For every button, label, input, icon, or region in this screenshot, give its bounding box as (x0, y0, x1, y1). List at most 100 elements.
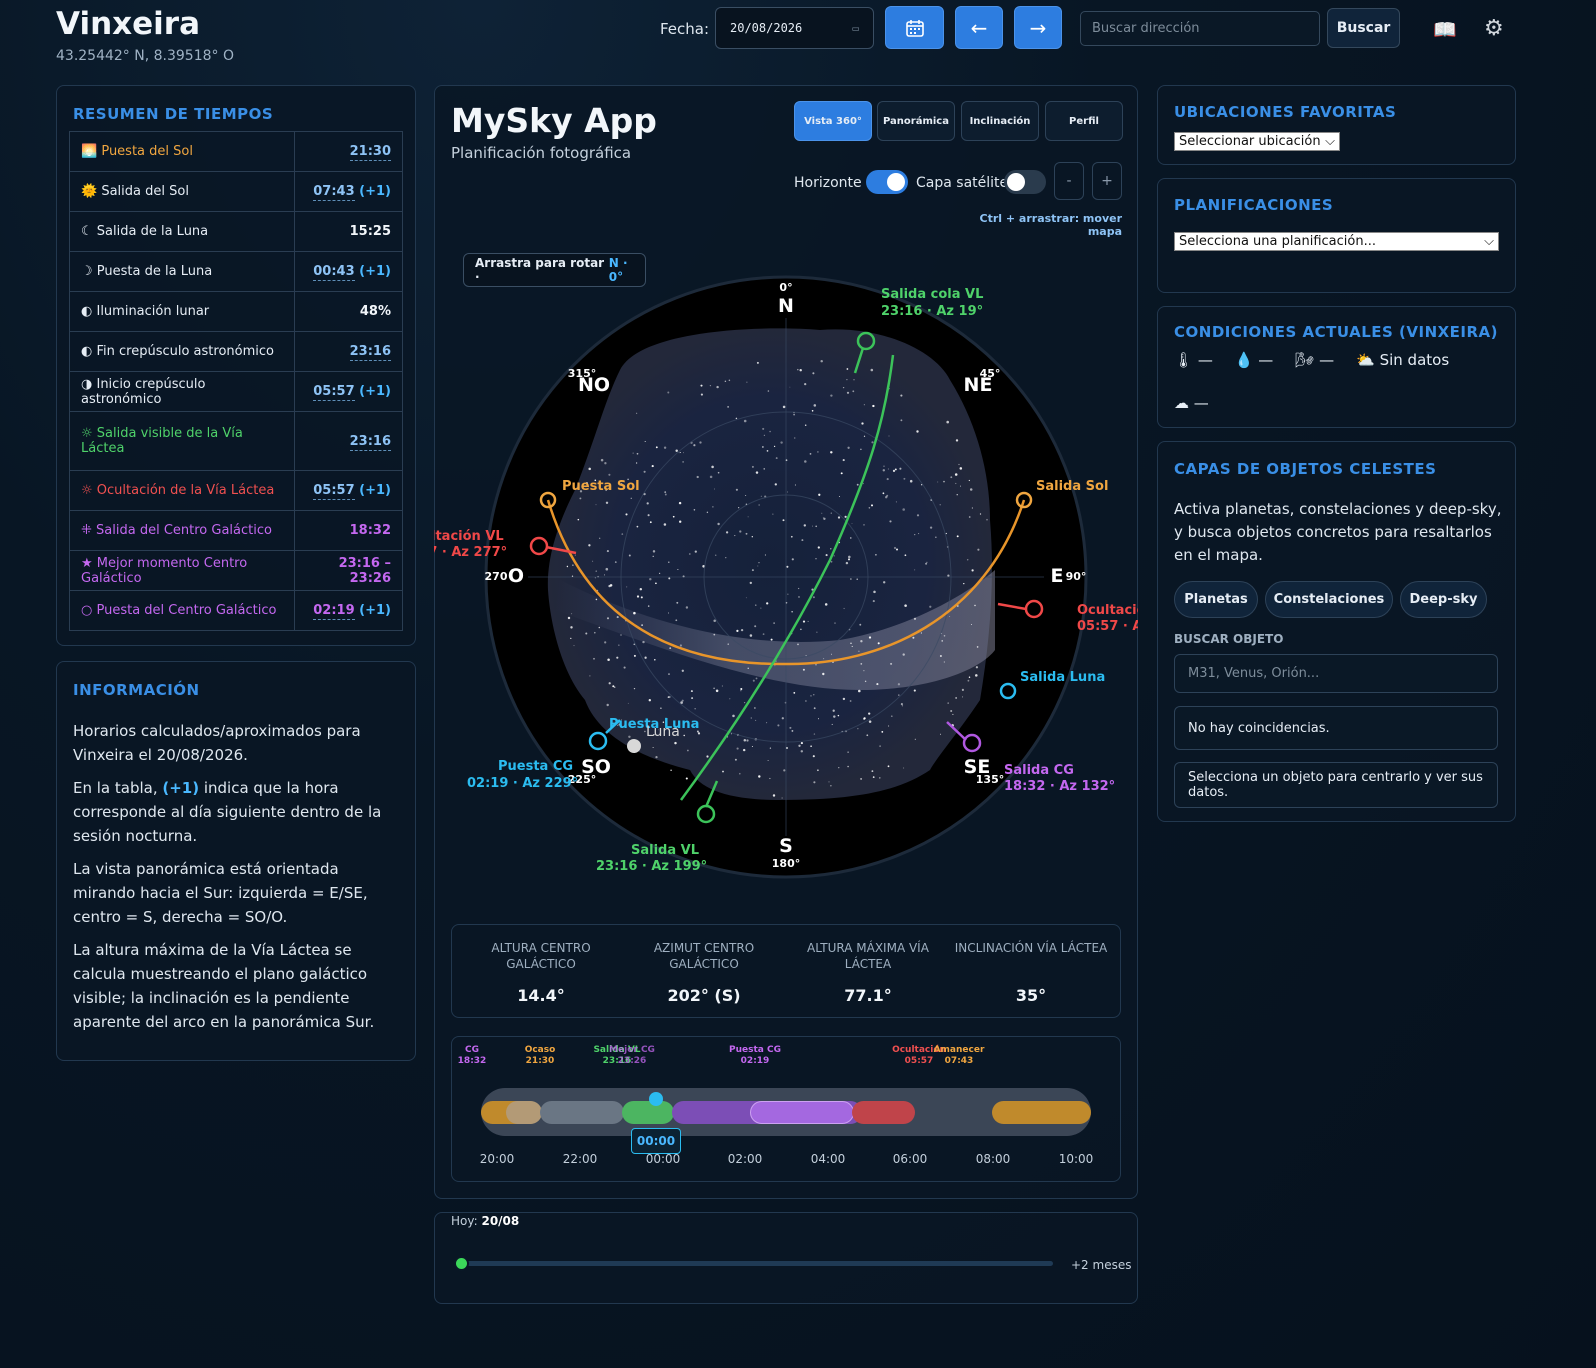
next-day-button[interactable]: → (1014, 6, 1062, 49)
star (642, 640, 645, 644)
star (831, 723, 833, 725)
star (787, 491, 789, 493)
object-search-input[interactable]: M31, Venus, Orión... (1174, 654, 1498, 693)
day-slider-thumb[interactable] (454, 1256, 469, 1271)
horizon-toggle[interactable] (866, 170, 908, 194)
constellations-chip[interactable]: Constelaciones (1265, 581, 1393, 618)
star (772, 513, 774, 515)
view-inclination-button[interactable]: Inclinación (961, 101, 1039, 141)
star (881, 731, 884, 733)
search-button[interactable]: Buscar (1327, 8, 1400, 48)
star (939, 504, 941, 506)
zoom-in-button[interactable]: + (1092, 162, 1122, 200)
star (700, 384, 703, 387)
star (760, 607, 762, 609)
plans-select[interactable]: Selecciona una planificación... ⌵ (1174, 232, 1499, 251)
star (815, 525, 817, 528)
star (872, 600, 875, 603)
sky-map[interactable]: 0° N NE 45° NO 315° E 90° O 270 S 180° S… (434, 260, 1138, 920)
star (811, 525, 813, 527)
address-search-input[interactable]: Buscar dirección (1080, 11, 1320, 46)
view-panoramic-button[interactable]: Panorámica (877, 101, 955, 141)
star (962, 696, 964, 698)
star (815, 558, 817, 560)
star (850, 642, 852, 645)
south-degree: 180° (772, 857, 800, 870)
star (812, 372, 815, 375)
planets-chip[interactable]: Planetas (1174, 581, 1258, 618)
east-degree: 90° (1066, 570, 1087, 583)
star (886, 478, 889, 481)
star (700, 393, 703, 396)
star (579, 497, 582, 500)
gc-set-detail: 02:19 · Az 229° (467, 776, 578, 791)
date-input[interactable]: 20/08/2026 ▭ (715, 7, 874, 49)
star (681, 669, 684, 672)
times-row-value: 18:32 (294, 510, 403, 551)
star (740, 628, 744, 632)
star (791, 611, 793, 613)
satellite-toggle[interactable] (1004, 170, 1046, 194)
gear-icon[interactable]: ⚙ (1484, 16, 1504, 41)
star (830, 560, 833, 563)
star (902, 508, 905, 511)
star (812, 755, 815, 758)
star (791, 558, 794, 561)
star (798, 744, 801, 747)
mw-tail-set-detail: 05:57 · Az 97° (1077, 619, 1138, 634)
chevron-down-icon: ⌵ (1325, 134, 1335, 149)
star (914, 738, 916, 740)
star (838, 767, 840, 769)
next-day-marker: (+1) (162, 779, 200, 797)
star (832, 709, 835, 712)
star (817, 546, 820, 549)
star (947, 702, 949, 704)
previous-day-button[interactable]: ← (955, 6, 1003, 49)
star (899, 467, 902, 470)
star (694, 708, 696, 710)
star (697, 732, 701, 735)
star (693, 444, 696, 447)
star (877, 642, 880, 645)
tl-segment-gc-best (750, 1101, 854, 1124)
book-icon[interactable]: 📖 (1433, 18, 1457, 41)
star (709, 475, 713, 479)
star (840, 472, 843, 475)
star (868, 636, 872, 639)
view-360-button[interactable]: Vista 360° (794, 101, 872, 141)
star (746, 381, 748, 383)
star (745, 532, 748, 535)
star (663, 446, 667, 449)
zoom-out-button[interactable]: - (1054, 162, 1084, 200)
star (598, 626, 601, 629)
star (860, 640, 863, 643)
star (623, 666, 626, 669)
view-profile-button[interactable]: Perfil (1045, 101, 1123, 141)
star (868, 506, 871, 509)
star (635, 462, 638, 464)
star (608, 473, 611, 476)
arrow-right-icon: → (1029, 15, 1047, 40)
row-icon: ⁜ (81, 523, 92, 538)
star (968, 479, 970, 482)
star (946, 420, 949, 424)
sunrise-label: Salida Sol (1036, 479, 1108, 494)
favorites-select[interactable]: Seleccionar ubicación ⌵ (1174, 132, 1340, 151)
star (763, 434, 766, 436)
star (787, 593, 789, 595)
calendar-button[interactable] (885, 6, 944, 49)
star (847, 446, 850, 449)
star (949, 616, 951, 617)
star (903, 477, 906, 480)
day-slider-track[interactable] (461, 1261, 1053, 1266)
star (971, 569, 974, 572)
star (929, 605, 932, 608)
star (863, 404, 866, 406)
star (652, 555, 654, 557)
star (909, 479, 913, 483)
star (755, 677, 758, 680)
timeline-cursor-knob[interactable] (649, 1092, 663, 1106)
row-icon: ★ (81, 555, 93, 571)
sky-item: ⛅ Sin datos (1356, 351, 1450, 369)
deep-sky-chip[interactable]: Deep-sky (1400, 581, 1487, 618)
